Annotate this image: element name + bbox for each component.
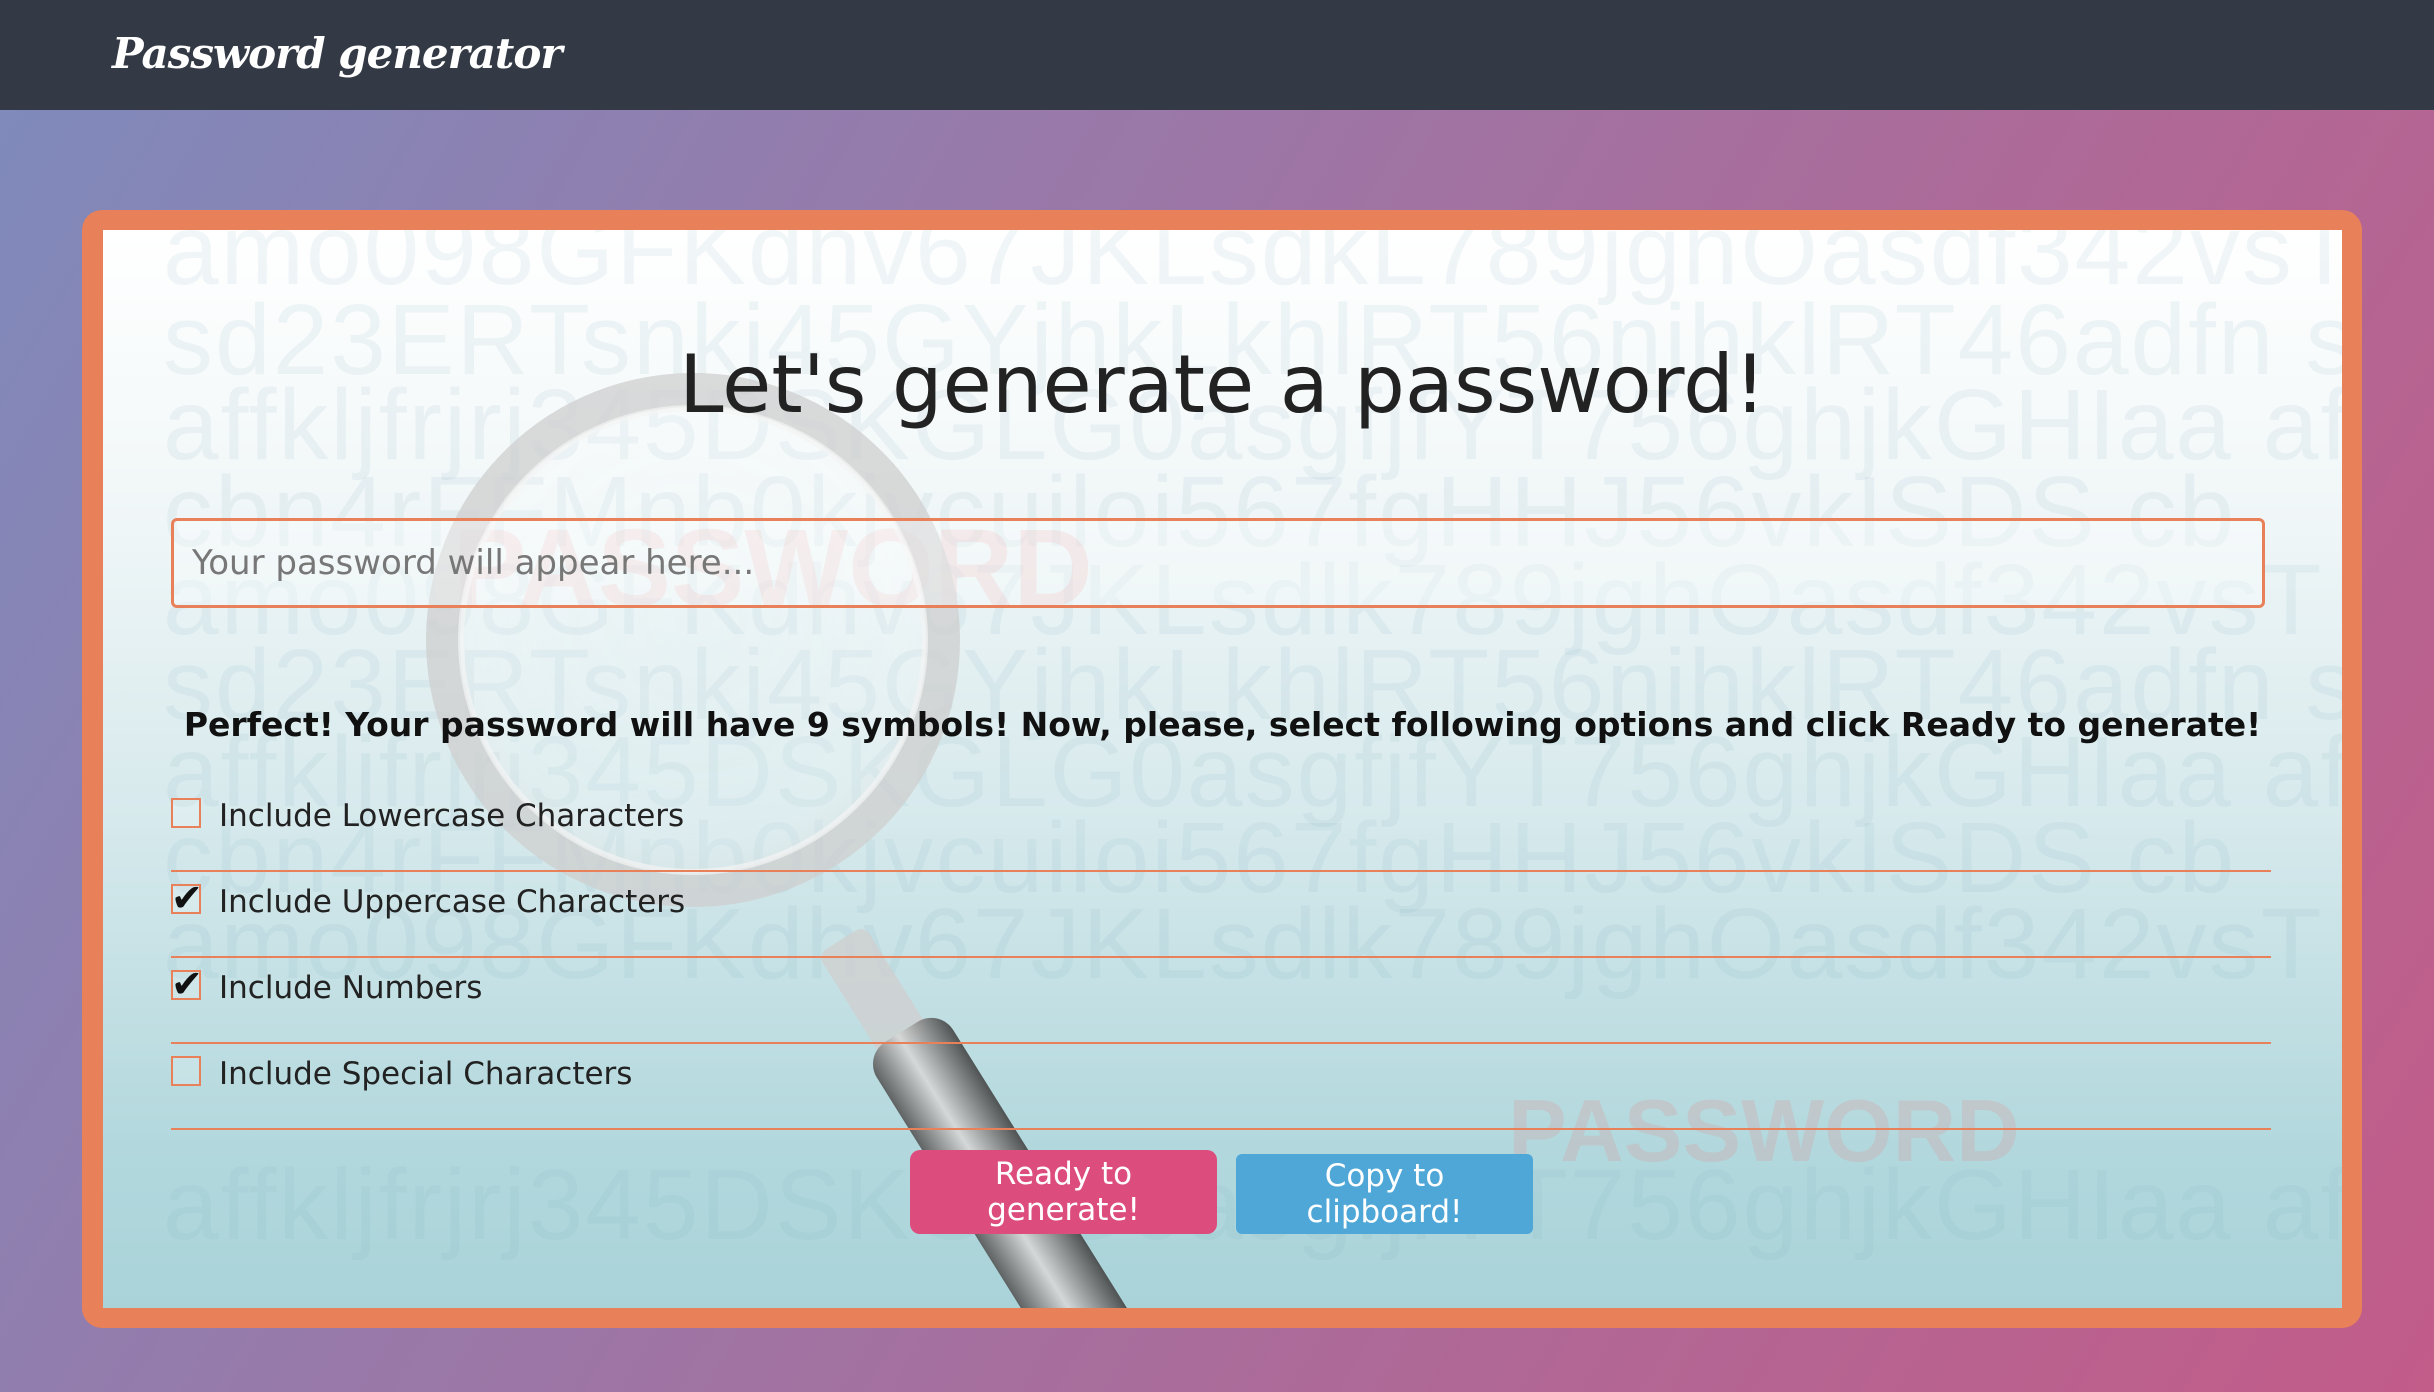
- generate-button[interactable]: Ready to generate!: [910, 1150, 1217, 1234]
- special-checkbox[interactable]: [171, 1056, 201, 1086]
- checkmark-icon: ✔: [171, 876, 203, 920]
- lowercase-checkbox[interactable]: [171, 798, 201, 828]
- copy-to-clipboard-button[interactable]: Copy to clipboard!: [1236, 1154, 1533, 1234]
- option-label: Include Numbers: [219, 970, 483, 1006]
- option-numbers[interactable]: ✔ Include Numbers: [171, 958, 2271, 1044]
- option-uppercase[interactable]: ✔ Include Uppercase Characters: [171, 872, 2271, 958]
- checkmark-icon: ✔: [171, 962, 203, 1006]
- option-label: Include Lowercase Characters: [219, 798, 685, 834]
- numbers-checkbox[interactable]: ✔: [171, 962, 203, 1006]
- option-lowercase[interactable]: Include Lowercase Characters: [171, 786, 2271, 872]
- top-navbar: Password generator: [0, 0, 2434, 110]
- option-label: Include Special Characters: [219, 1056, 633, 1092]
- uppercase-checkbox[interactable]: ✔: [171, 876, 203, 920]
- brand-title[interactable]: Password generator: [112, 24, 562, 84]
- option-label: Include Uppercase Characters: [219, 884, 686, 920]
- generator-card: amo098GFKdhv67JKLsdkL789jghOasdf342vsT a…: [103, 230, 2342, 1308]
- page-title: Let's generate a password!: [678, 338, 1767, 431]
- status-message: Perfect! Your password will have 9 symbo…: [183, 705, 2262, 744]
- password-output-field[interactable]: [171, 518, 2265, 608]
- option-special[interactable]: Include Special Characters: [171, 1044, 2271, 1130]
